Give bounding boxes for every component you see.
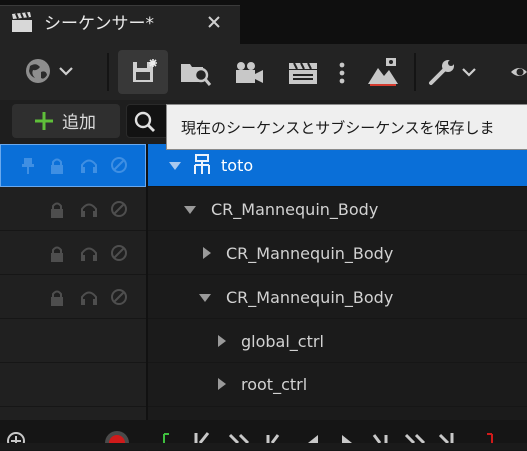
- lock-icon[interactable]: [49, 200, 65, 220]
- collapse-arrow-icon[interactable]: [216, 377, 228, 391]
- headphones-icon[interactable]: [80, 288, 98, 306]
- tree-row-label: root_ctrl: [241, 375, 308, 394]
- tree-row-label: CR_Mannequin_Body: [226, 244, 394, 263]
- disable-icon[interactable]: [110, 200, 128, 218]
- tree-row-label: CR_Mannequin_Body: [211, 200, 379, 219]
- tree-row-controls[interactable]: [0, 364, 146, 407]
- camera-icon[interactable]: [233, 60, 265, 86]
- tree-row[interactable]: [148, 364, 527, 407]
- add-button-label: 追加: [62, 113, 96, 133]
- clapperboard-icon[interactable]: [287, 60, 319, 86]
- toolbar-divider: [414, 53, 416, 91]
- render-icon[interactable]: [366, 56, 402, 88]
- collapse-arrow-icon[interactable]: [201, 246, 213, 260]
- disable-icon[interactable]: [110, 244, 128, 262]
- pin-icon[interactable]: [20, 157, 36, 175]
- tree-row-label: CR_Mannequin_Body: [226, 288, 394, 307]
- tree-row-controls[interactable]: [0, 320, 146, 363]
- expand-arrow-icon[interactable]: [168, 160, 182, 172]
- close-icon[interactable]: [207, 15, 221, 29]
- save-icon: [131, 58, 159, 86]
- toolbar-divider: [107, 53, 109, 91]
- sequence-icon: [192, 154, 212, 176]
- disable-icon[interactable]: [110, 156, 128, 174]
- disable-icon[interactable]: [110, 288, 128, 306]
- headphones-icon[interactable]: [80, 200, 98, 218]
- plus-icon: [33, 110, 55, 132]
- clapperboard-icon: [10, 12, 34, 34]
- tree-row-label: global_ctrl: [241, 332, 324, 351]
- headphones-icon[interactable]: [80, 156, 98, 174]
- wrench-icon[interactable]: [427, 58, 483, 86]
- headphones-icon[interactable]: [80, 244, 98, 262]
- tooltip-text: 現在のシーケンスとサブシーケンスを保存しま: [181, 119, 495, 137]
- tree-row-label: toto: [221, 156, 254, 175]
- tree-row[interactable]: [148, 320, 527, 363]
- world-icon[interactable]: [22, 56, 80, 86]
- lock-icon[interactable]: [49, 156, 65, 176]
- lock-icon[interactable]: [49, 244, 65, 264]
- expand-arrow-icon[interactable]: [183, 204, 197, 216]
- search-icon: [133, 110, 157, 134]
- record-button[interactable]: [104, 430, 130, 443]
- add-circle-icon[interactable]: [6, 431, 26, 443]
- eye-icon[interactable]: [510, 62, 527, 82]
- more-icon[interactable]: [337, 60, 347, 86]
- playback-controls: [160, 432, 500, 443]
- tab-title: シーケンサー*: [44, 14, 154, 34]
- browse-icon[interactable]: [179, 58, 213, 88]
- collapse-arrow-icon[interactable]: [216, 334, 228, 348]
- lock-icon[interactable]: [49, 288, 65, 308]
- expand-arrow-icon[interactable]: [198, 292, 212, 304]
